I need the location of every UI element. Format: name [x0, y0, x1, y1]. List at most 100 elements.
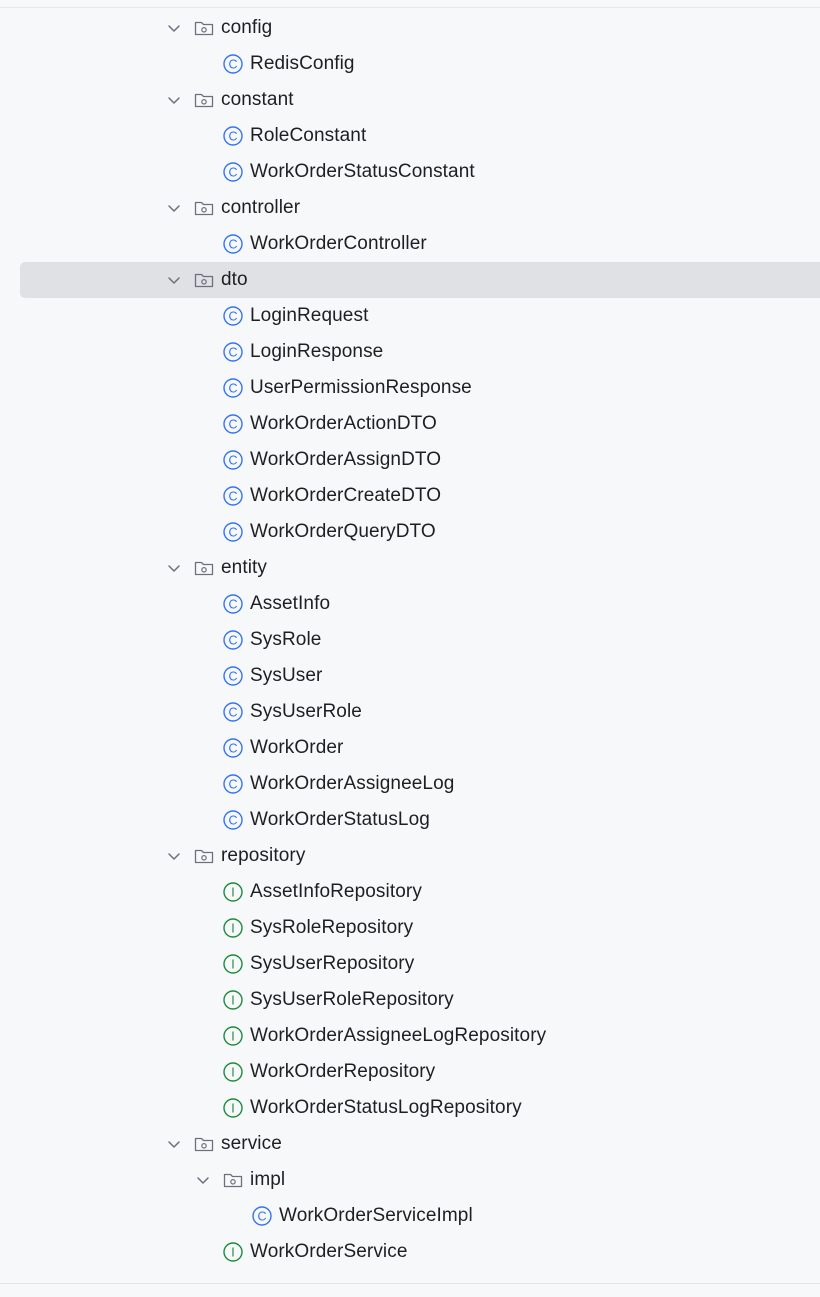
tree-item-workordercreatedto[interactable]: C WorkOrderCreateDTO: [0, 478, 820, 514]
folder-icon: [193, 89, 215, 111]
class-icon: C: [222, 737, 244, 759]
tree-item-workorderstatuslog[interactable]: C WorkOrderStatusLog: [0, 802, 820, 838]
tree-item-label: WorkOrderStatusLogRepository: [250, 1097, 522, 1118]
tree-item-workorderserviceimpl[interactable]: C WorkOrderServiceImpl: [0, 1198, 820, 1234]
tree-item-workorder[interactable]: C WorkOrder: [0, 730, 820, 766]
folder-icon: [193, 1133, 215, 1155]
chevron-down-icon[interactable]: [165, 271, 183, 289]
svg-text:C: C: [228, 633, 237, 647]
tree-item-workordercontroller[interactable]: C WorkOrderController: [0, 226, 820, 262]
class-icon: C: [222, 125, 244, 147]
tree-item-workorderrepository[interactable]: I WorkOrderRepository: [0, 1054, 820, 1090]
tree-item-workorderassigneelogrepository[interactable]: I WorkOrderAssigneeLogRepository: [0, 1018, 820, 1054]
tree-item-roleconstant[interactable]: C RoleConstant: [0, 118, 820, 154]
svg-text:C: C: [228, 669, 237, 683]
chevron-down-icon[interactable]: [165, 19, 183, 37]
tree-item-label: WorkOrderController: [250, 233, 427, 254]
svg-text:C: C: [228, 813, 237, 827]
tree-item-workorderquerydto[interactable]: C WorkOrderQueryDTO: [0, 514, 820, 550]
tree-item-workorderactiondto[interactable]: C WorkOrderActionDTO: [0, 406, 820, 442]
svg-text:I: I: [231, 1029, 234, 1043]
tree-item-label: RoleConstant: [250, 125, 367, 146]
svg-text:I: I: [231, 993, 234, 1007]
class-icon: C: [222, 701, 244, 723]
chevron-down-icon[interactable]: [194, 1171, 212, 1189]
tree-folder-constant[interactable]: constant: [0, 82, 820, 118]
tree-item-assetinfo[interactable]: C AssetInfo: [0, 586, 820, 622]
class-icon: C: [222, 485, 244, 507]
tree-item-label: config: [221, 17, 273, 38]
chevron-down-icon[interactable]: [165, 559, 183, 577]
svg-text:I: I: [231, 921, 234, 935]
class-icon: C: [222, 377, 244, 399]
chevron-down-icon[interactable]: [165, 199, 183, 217]
tree-item-workorderassigndto[interactable]: C WorkOrderAssignDTO: [0, 442, 820, 478]
tree-item-sysrolerepository[interactable]: I SysRoleRepository: [0, 910, 820, 946]
tree-item-label: dto: [221, 269, 248, 290]
class-icon: C: [222, 809, 244, 831]
tree-item-loginresponse[interactable]: C LoginResponse: [0, 334, 820, 370]
tree-item-redisconfig[interactable]: C RedisConfig: [0, 46, 820, 82]
tree-item-label: WorkOrderStatusLog: [250, 809, 430, 830]
tree-item-label: impl: [250, 1169, 286, 1190]
svg-text:I: I: [231, 885, 234, 899]
svg-text:C: C: [228, 237, 237, 251]
tree-item-workorderstatusconstant[interactable]: C WorkOrderStatusConstant: [0, 154, 820, 190]
tree-item-loginrequest[interactable]: C LoginRequest: [0, 298, 820, 334]
svg-text:C: C: [228, 777, 237, 791]
class-icon: C: [222, 53, 244, 75]
class-icon: C: [222, 341, 244, 363]
chevron-down-icon[interactable]: [165, 1135, 183, 1153]
class-icon: C: [222, 629, 244, 651]
svg-text:C: C: [257, 1209, 266, 1223]
tree-item-label: WorkOrderServiceImpl: [279, 1205, 473, 1226]
tree-item-label: SysRoleRepository: [250, 917, 414, 938]
class-icon: C: [222, 521, 244, 543]
chevron-down-icon[interactable]: [165, 847, 183, 865]
project-tree[interactable]: config C RedisConfig constant C RoleConstant C…: [0, 10, 820, 1280]
tree-item-label: WorkOrderRepository: [250, 1061, 436, 1082]
tree-item-sysuser[interactable]: C SysUser: [0, 658, 820, 694]
tree-folder-dto[interactable]: dto: [0, 262, 820, 298]
svg-text:C: C: [228, 741, 237, 755]
tree-item-workorderservice[interactable]: I WorkOrderService: [0, 1234, 820, 1270]
tree-item-label: WorkOrder: [250, 737, 344, 758]
tree-item-sysrole[interactable]: C SysRole: [0, 622, 820, 658]
tree-item-sysuserrepository[interactable]: I SysUserRepository: [0, 946, 820, 982]
tree-item-workorderstatuslogrepository[interactable]: I WorkOrderStatusLogRepository: [0, 1090, 820, 1126]
folder-icon: [193, 17, 215, 39]
svg-text:C: C: [228, 165, 237, 179]
svg-text:C: C: [228, 345, 237, 359]
bottom-edge: [0, 1283, 820, 1297]
folder-icon: [193, 197, 215, 219]
tree-item-label: WorkOrderService: [250, 1241, 408, 1262]
interface-icon: I: [222, 1097, 244, 1119]
svg-text:I: I: [231, 1065, 234, 1079]
tree-folder-service[interactable]: service: [0, 1126, 820, 1162]
tree-item-assetinforepository[interactable]: I AssetInfoRepository: [0, 874, 820, 910]
tree-item-label: service: [221, 1133, 282, 1154]
svg-text:C: C: [228, 129, 237, 143]
svg-text:I: I: [231, 957, 234, 971]
tree-item-label: SysUserRole: [250, 701, 362, 722]
tree-folder-entity[interactable]: entity: [0, 550, 820, 586]
tree-folder-controller[interactable]: controller: [0, 190, 820, 226]
tree-item-sysuserrolerepository[interactable]: I SysUserRoleRepository: [0, 982, 820, 1018]
chevron-down-icon[interactable]: [165, 91, 183, 109]
tree-folder-impl[interactable]: impl: [0, 1162, 820, 1198]
class-icon: C: [222, 593, 244, 615]
chevron-right-icon[interactable]: [165, 1279, 183, 1280]
tree-item-workorderassigneelog[interactable]: C WorkOrderAssigneeLog: [0, 766, 820, 802]
tree-item-label: SysUserRoleRepository: [250, 989, 454, 1010]
tree-item-label: repository: [221, 845, 306, 866]
tree-folder-item[interactable]: [0, 1270, 820, 1280]
tree-item-sysuserrole[interactable]: C SysUserRole: [0, 694, 820, 730]
svg-text:C: C: [228, 705, 237, 719]
svg-text:C: C: [228, 597, 237, 611]
tree-item-label: RedisConfig: [250, 53, 355, 74]
tree-item-userpermissionresponse[interactable]: C UserPermissionResponse: [0, 370, 820, 406]
tree-folder-repository[interactable]: repository: [0, 838, 820, 874]
tree-item-label: WorkOrderActionDTO: [250, 413, 437, 434]
tree-folder-config[interactable]: config: [0, 10, 820, 46]
svg-text:C: C: [228, 489, 237, 503]
